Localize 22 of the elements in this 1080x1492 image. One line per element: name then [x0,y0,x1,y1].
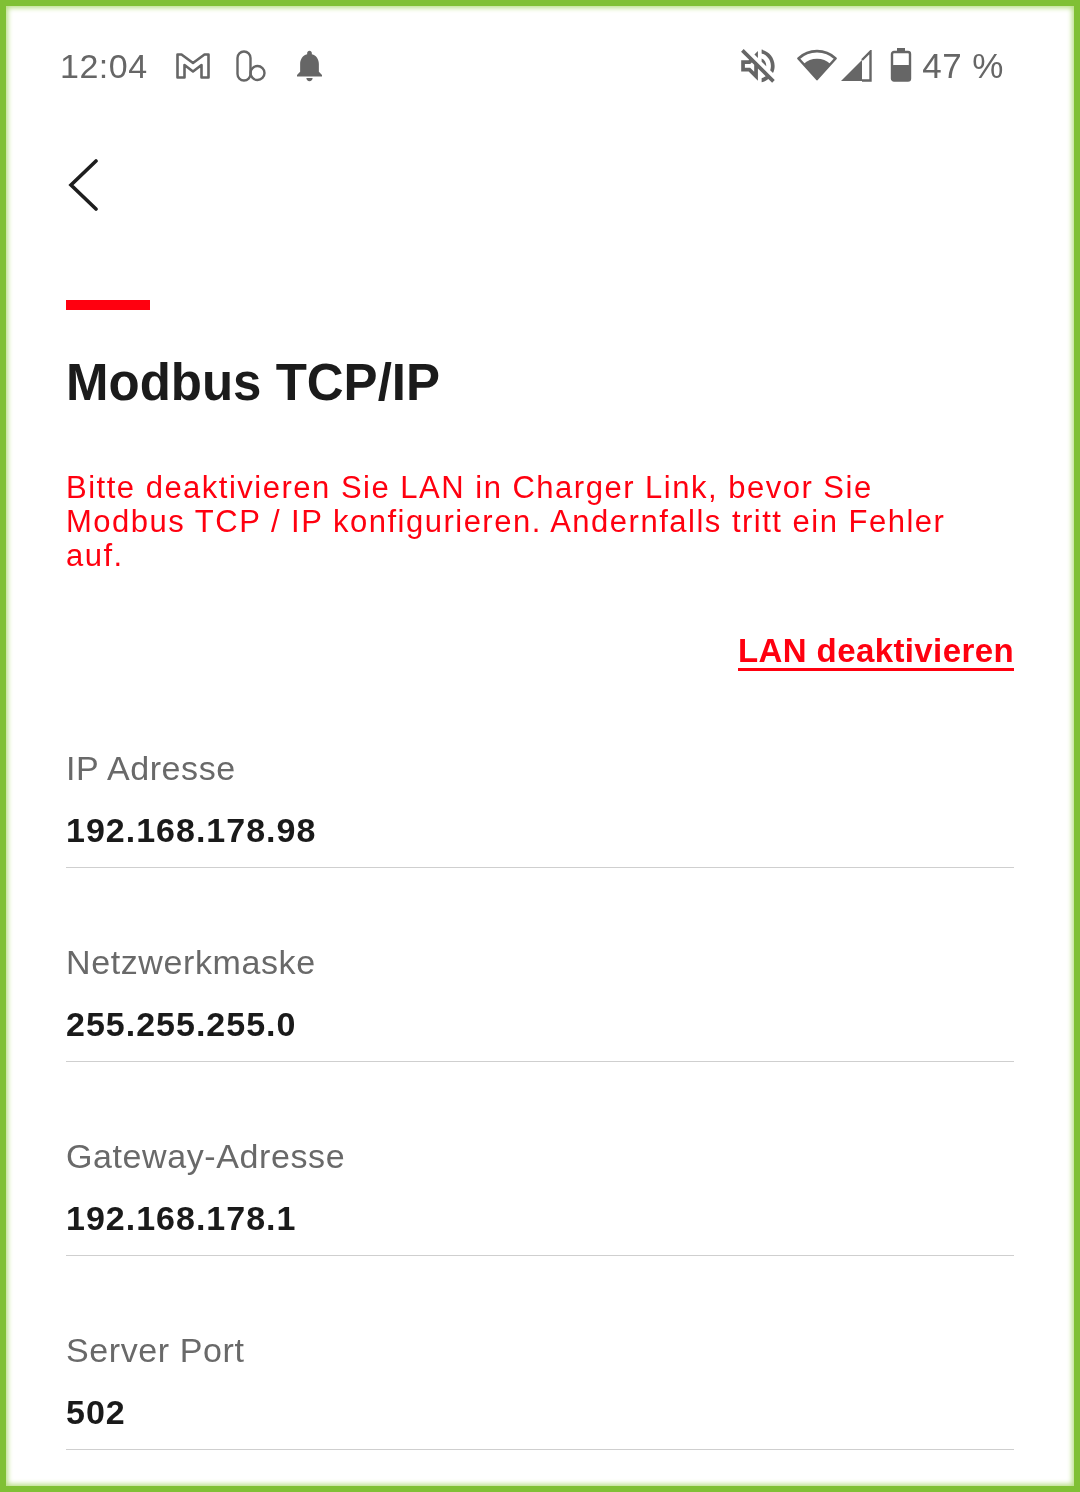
signal-icon [840,50,873,82]
page-title: Modbus TCP/IP [66,353,441,413]
mail-m-icon [174,52,211,80]
back-button[interactable] [66,158,100,212]
field-label: IP Adresse [66,748,236,788]
field-label: Server Port [66,1330,245,1370]
field-label: Netzwerkmaske [66,942,316,982]
battery-icon [890,48,913,82]
speaker-muted-icon [741,49,776,83]
app-shapes-icon [235,50,266,82]
chevron-left-icon [67,159,99,211]
status-time: 12:04 [60,46,148,86]
input-field[interactable]: 255.255.255.0 [66,1004,1014,1062]
field-label: Gateway-Adresse [66,1136,346,1176]
battery-percent: 47 % [922,46,1004,86]
input-field[interactable]: 192.168.178.1 [66,1198,1014,1256]
bell-icon [295,50,323,82]
wifi-icon [797,49,838,81]
disable-lan-link[interactable]: LAN deaktivieren [738,631,1014,671]
input-field[interactable]: 192.168.178.98 [66,810,1014,868]
warning-message: Bitte deaktivieren Sie LAN in Charger Link, bevor Sie Modbus TCP / IP konfigurieren. Andernfalls tritt ein Fehler auf. [66,471,947,573]
input-field[interactable]: 502 [66,1392,1014,1450]
